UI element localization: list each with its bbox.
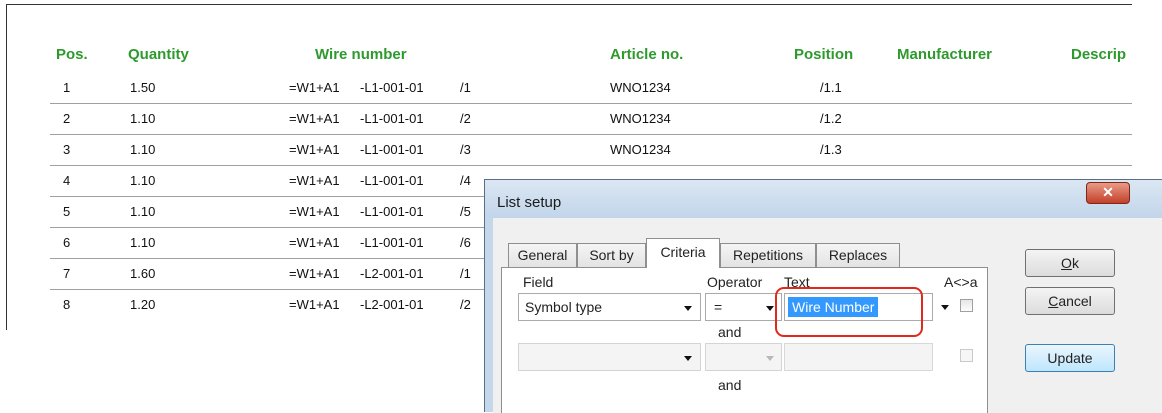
cancel-button-label: ancel [1058, 293, 1092, 309]
chevron-down-icon [684, 306, 692, 311]
case-checkbox-2[interactable] [960, 349, 973, 362]
text-field-2[interactable] [784, 343, 933, 371]
row-pos: 3 [63, 142, 71, 157]
close-icon: ✕ [1102, 184, 1114, 200]
dialog-title: List setup [497, 194, 562, 211]
list-setup-dialog: List setup ✕ General Sort by Criteria Re… [484, 179, 1162, 413]
column-header-position: Position [794, 46, 854, 63]
column-header-wire-number: Wire number [315, 46, 407, 63]
row-pos: 2 [63, 111, 71, 126]
case-sensitive-column-label: A<>a [944, 274, 978, 290]
cancel-button[interactable]: Cancel [1025, 287, 1115, 315]
row-pos: 7 [63, 266, 71, 281]
row-wire-prefix: =W1+A1 [289, 297, 340, 312]
table-row: 2 1.10 =W1+A1 -L1-001-01/2 WNO1234/1.2 [50, 103, 1132, 135]
row-wire-prefix: =W1+A1 [289, 173, 340, 188]
column-header-description: Descrip [1071, 46, 1127, 63]
row-wire-prefix: =W1+A1 [289, 142, 340, 157]
column-header-manufacturer: Manufacturer [897, 46, 993, 63]
row-wire-id: -L1-001-01 [360, 235, 424, 250]
connector-and-2: and [718, 377, 742, 393]
sheet-top-border [6, 4, 1132, 5]
row-position: /1.2 [820, 111, 842, 126]
operator-column-label: Operator [707, 274, 763, 290]
row-wire-suffix: /3 [460, 142, 471, 157]
dialog-titlebar[interactable]: List setup ✕ [485, 180, 1162, 218]
row-quantity: 1.10 [130, 235, 156, 250]
tab-sort-by[interactable]: Sort by [577, 243, 646, 267]
row-wire-id: -L1-001-01 [360, 111, 424, 126]
row-wire-id: -L1-001-01 [360, 173, 424, 188]
row-wire-id: -L2-001-01 [360, 297, 424, 312]
column-header-pos: Pos. [56, 46, 88, 63]
row-wire-suffix: /2 [460, 111, 471, 126]
row-quantity: 1.10 [130, 204, 156, 219]
chevron-down-icon [766, 356, 774, 361]
table-row: 3 1.10 =W1+A1 -L1-001-01/3 WNO1234/1.3 [50, 134, 1132, 166]
row-pos: 8 [63, 297, 71, 312]
row-wire-suffix: /4 [460, 173, 471, 188]
row-wire-suffix: /2 [460, 297, 471, 312]
table-row: 1 1.50 =W1+A1 -L1-001-01/1 WNO1234/1.1 [50, 72, 1132, 104]
row-wire-prefix: =W1+A1 [289, 266, 340, 281]
row-wire-id: -L1-001-01 [360, 80, 424, 95]
row-quantity: 1.60 [130, 266, 156, 281]
update-button[interactable]: Update [1025, 344, 1115, 372]
row-quantity: 1.10 [130, 142, 156, 157]
row-wire-prefix: =W1+A1 [289, 235, 340, 250]
row-article-no: WNO1234 [610, 111, 671, 126]
field-column-label: Field [523, 274, 554, 290]
row-pos: 1 [63, 80, 71, 95]
tab-general[interactable]: General [508, 243, 577, 267]
operator-select-1-value: = [714, 299, 723, 315]
row-wire-id: -L1-001-01 [360, 204, 424, 219]
row-position: /1.3 [820, 142, 842, 157]
field-select-2[interactable] [518, 343, 701, 371]
tab-repetitions[interactable]: Repetitions [720, 243, 816, 267]
row-pos: 5 [63, 204, 71, 219]
column-header-article-no: Article no. [610, 46, 684, 63]
sheet-left-border [6, 4, 7, 330]
ok-button-label: k [1071, 255, 1079, 271]
row-wire-suffix: /6 [460, 235, 471, 250]
row-position: /1.1 [820, 80, 842, 95]
connector-and-1: and [718, 324, 742, 340]
row-quantity: 1.10 [130, 111, 156, 126]
tab-criteria[interactable]: Criteria [646, 238, 720, 268]
field-select-1[interactable]: Symbol type [518, 293, 701, 321]
row-wire-suffix: /1 [460, 266, 471, 281]
ok-button-accesskey: O [1061, 255, 1072, 271]
row-article-no: WNO1234 [610, 142, 671, 157]
row-wire-suffix: /5 [460, 204, 471, 219]
case-checkbox-1[interactable] [960, 299, 973, 312]
wire-number-highlight [775, 287, 923, 337]
row-pos: 6 [63, 235, 71, 250]
cancel-button-accesskey: C [1048, 293, 1059, 309]
row-quantity: 1.10 [130, 173, 156, 188]
field-select-1-value: Symbol type [525, 299, 603, 315]
row-pos: 4 [63, 173, 71, 188]
row-wire-id: -L2-001-01 [360, 266, 424, 281]
column-header-quantity: Quantity [128, 46, 189, 63]
row-article-no: WNO1234 [610, 80, 671, 95]
close-button[interactable]: ✕ [1086, 182, 1130, 204]
row-quantity: 1.20 [130, 297, 156, 312]
text-dropdown-chevron-down-icon[interactable] [941, 305, 949, 310]
chevron-down-icon [766, 306, 774, 311]
row-wire-prefix: =W1+A1 [289, 204, 340, 219]
row-wire-prefix: =W1+A1 [289, 80, 340, 95]
ok-button[interactable]: Ok [1025, 249, 1115, 277]
tab-replaces[interactable]: Replaces [816, 243, 900, 267]
row-wire-prefix: =W1+A1 [289, 111, 340, 126]
row-wire-id: -L1-001-01 [360, 142, 424, 157]
row-wire-suffix: /1 [460, 80, 471, 95]
operator-select-2[interactable] [705, 343, 782, 371]
row-quantity: 1.50 [130, 80, 156, 95]
chevron-down-icon [684, 356, 692, 361]
operator-select-1[interactable]: = [705, 293, 782, 321]
